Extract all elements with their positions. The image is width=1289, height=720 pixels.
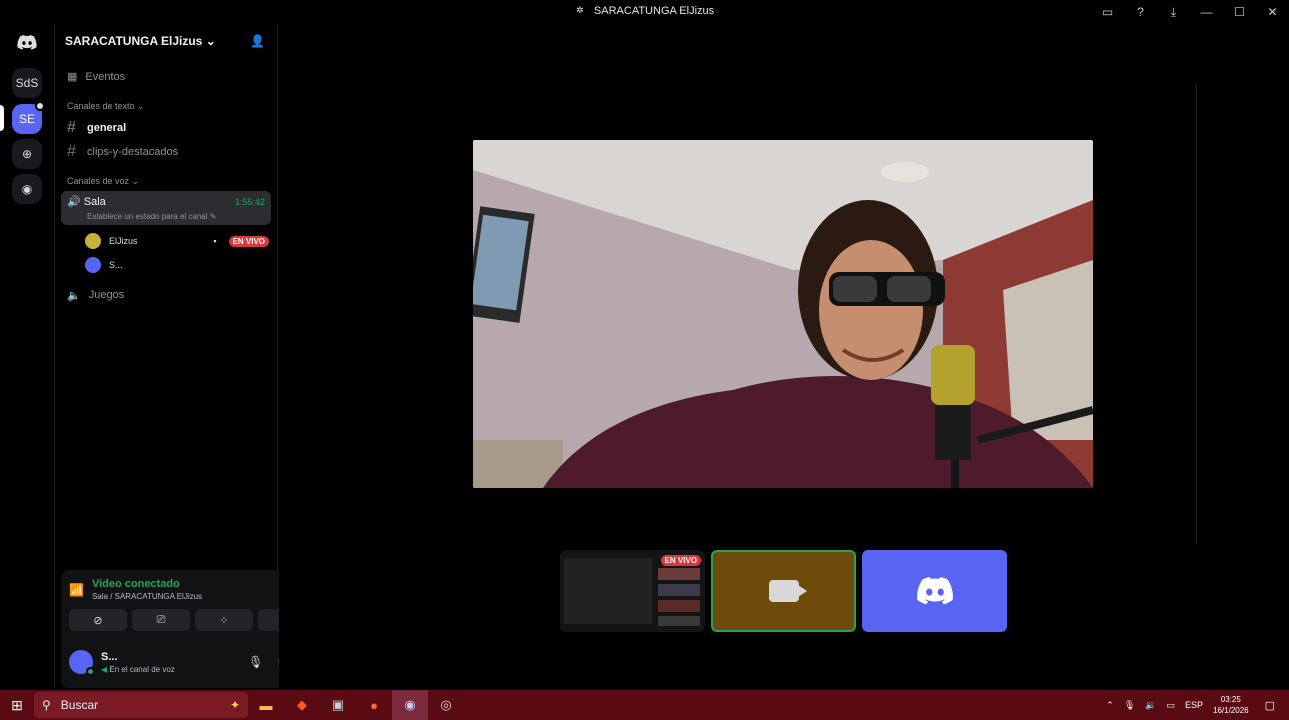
- selected-indicator: [0, 105, 4, 131]
- activities-button[interactable]: ⁘: [195, 609, 253, 631]
- chevron-up-icon[interactable]: ⌃: [1106, 700, 1114, 711]
- live-badge: EN VIVO: [228, 235, 269, 247]
- title-bar: ✲ SARACATUNGA ElJizus ▭ ? ⤓ — ☐ ✕: [0, 0, 1289, 24]
- member-s[interactable]: S...: [55, 253, 277, 277]
- camera-icon: ▪: [213, 236, 217, 246]
- obs-icon[interactable]: ◎: [428, 690, 464, 720]
- taskbar: ⊞ ⚲ Buscar ✦ ▬ ◆ ▣ ● ◉ ◎ ⌃ 🎙 🔉 ▭ ESP 03:…: [0, 690, 1289, 720]
- system-tray: ⌃ 🎙 🔉 ▭ ESP 03:25 16/1/2026 ▢: [1106, 690, 1289, 720]
- clock[interactable]: 03:25 16/1/2026: [1213, 694, 1249, 716]
- tile-user[interactable]: [862, 550, 1007, 632]
- text-category[interactable]: Canales de texto ⌄: [55, 101, 277, 112]
- participant-tiles: EN VIVO: [560, 550, 1007, 632]
- microphone-icon[interactable]: 🎙: [1124, 700, 1135, 711]
- server-list: SdS SE ⊕ ◉: [0, 24, 54, 688]
- windows-start-icon[interactable]: ⊞: [0, 690, 34, 720]
- server-icon: ✲: [576, 5, 584, 15]
- notifications-icon[interactable]: ▢: [1265, 699, 1275, 712]
- screen-share-button[interactable]: ⎚: [132, 609, 190, 631]
- microphone-icon[interactable]: 🎙: [248, 655, 263, 669]
- channel-general[interactable]: # general: [55, 116, 277, 140]
- channel-status-input[interactable]: Establece un estado para el canal ✎: [67, 212, 265, 221]
- discord-home-icon[interactable]: [12, 27, 42, 57]
- discover-icon[interactable]: ◉: [12, 174, 42, 204]
- help-icon[interactable]: ?: [1124, 5, 1157, 19]
- video-camera-icon: [768, 580, 807, 602]
- avatar: [85, 257, 101, 273]
- inbox-icon[interactable]: ▭: [1091, 5, 1124, 19]
- connection-location[interactable]: Sala / SARACATUNGA ElJizus: [92, 592, 274, 601]
- user-status: ◀ En el canal de voz: [101, 664, 175, 674]
- discord-logo-icon: [916, 577, 953, 605]
- taskbar-search[interactable]: ⚲ Buscar ✦: [34, 692, 248, 718]
- close-button[interactable]: ✕: [1256, 5, 1289, 19]
- search-icon: ⚲: [42, 698, 51, 712]
- camera-off-button[interactable]: ⊘: [69, 609, 127, 631]
- network-icon[interactable]: ▭: [1166, 700, 1175, 711]
- events-item[interactable]: ▦ Eventos: [55, 70, 277, 84]
- member-eljizus[interactable]: ElJizus ▪ EN VIVO: [55, 229, 277, 253]
- download-icon[interactable]: ⤓: [1157, 5, 1190, 20]
- tile-stream-preview[interactable]: EN VIVO: [560, 550, 705, 632]
- calendar-icon: ▦: [67, 71, 78, 83]
- file-explorer-icon[interactable]: ▬: [248, 690, 284, 720]
- invite-icon[interactable]: 👤: [250, 34, 265, 48]
- connection-icon: 📶: [69, 582, 84, 597]
- maximize-button[interactable]: ☐: [1223, 5, 1256, 19]
- voice-channel-juegos[interactable]: 🔈 Juegos: [55, 283, 277, 307]
- guild-sds[interactable]: SdS: [12, 68, 42, 98]
- volume-icon[interactable]: 🔉: [1145, 700, 1156, 711]
- sparkle-icon: ✦: [229, 698, 240, 712]
- hash-icon: #: [67, 119, 76, 136]
- recorder-icon[interactable]: ●: [356, 690, 392, 720]
- channel-sidebar: SARACATUNGA ElJizus ⌄ 👤 ▦ Eventos Canale…: [54, 24, 326, 688]
- minimize-button[interactable]: —: [1190, 5, 1223, 19]
- chevron-down-icon: ⌄: [205, 34, 216, 48]
- add-server-icon[interactable]: ⊕: [12, 139, 42, 169]
- online-indicator: [86, 667, 95, 676]
- connection-status: Video conectado: [91, 578, 180, 590]
- video-stage: EN VIVO: [279, 24, 1289, 688]
- call-timer: 1:55:42: [234, 196, 265, 207]
- avatar: [85, 233, 101, 249]
- live-badge: EN VIVO: [660, 555, 701, 566]
- window-title: SARACATUNGA ElJizus: [593, 5, 715, 17]
- brave-browser-icon[interactable]: ◆: [284, 690, 320, 720]
- hash-icon: #: [67, 143, 76, 160]
- discord-taskbar-icon[interactable]: ◉: [392, 690, 428, 720]
- tile-camera[interactable]: [711, 550, 856, 632]
- server-name: SARACATUNGA ElJizus: [65, 34, 203, 48]
- speaker-icon: 🔊: [67, 196, 81, 208]
- channel-clips[interactable]: # clips-y-destacados: [55, 140, 277, 164]
- avatar[interactable]: [69, 650, 95, 676]
- notification-badge: [35, 101, 45, 111]
- username: S...: [101, 650, 118, 663]
- voice-channel-sala[interactable]: 🔊 Sala 1:55:42 Establece un estado para …: [61, 191, 271, 225]
- speaker-icon: 🔈: [67, 289, 81, 302]
- window-app-icon[interactable]: ▣: [320, 690, 356, 720]
- server-header[interactable]: SARACATUNGA ElJizus ⌄ 👤: [55, 24, 277, 58]
- divider: [1196, 84, 1197, 544]
- guild-se[interactable]: SE: [12, 101, 45, 134]
- language-indicator[interactable]: ESP: [1185, 700, 1203, 710]
- voice-category[interactable]: Canales de voz ⌄: [55, 176, 277, 187]
- webcam-video[interactable]: [473, 140, 1093, 488]
